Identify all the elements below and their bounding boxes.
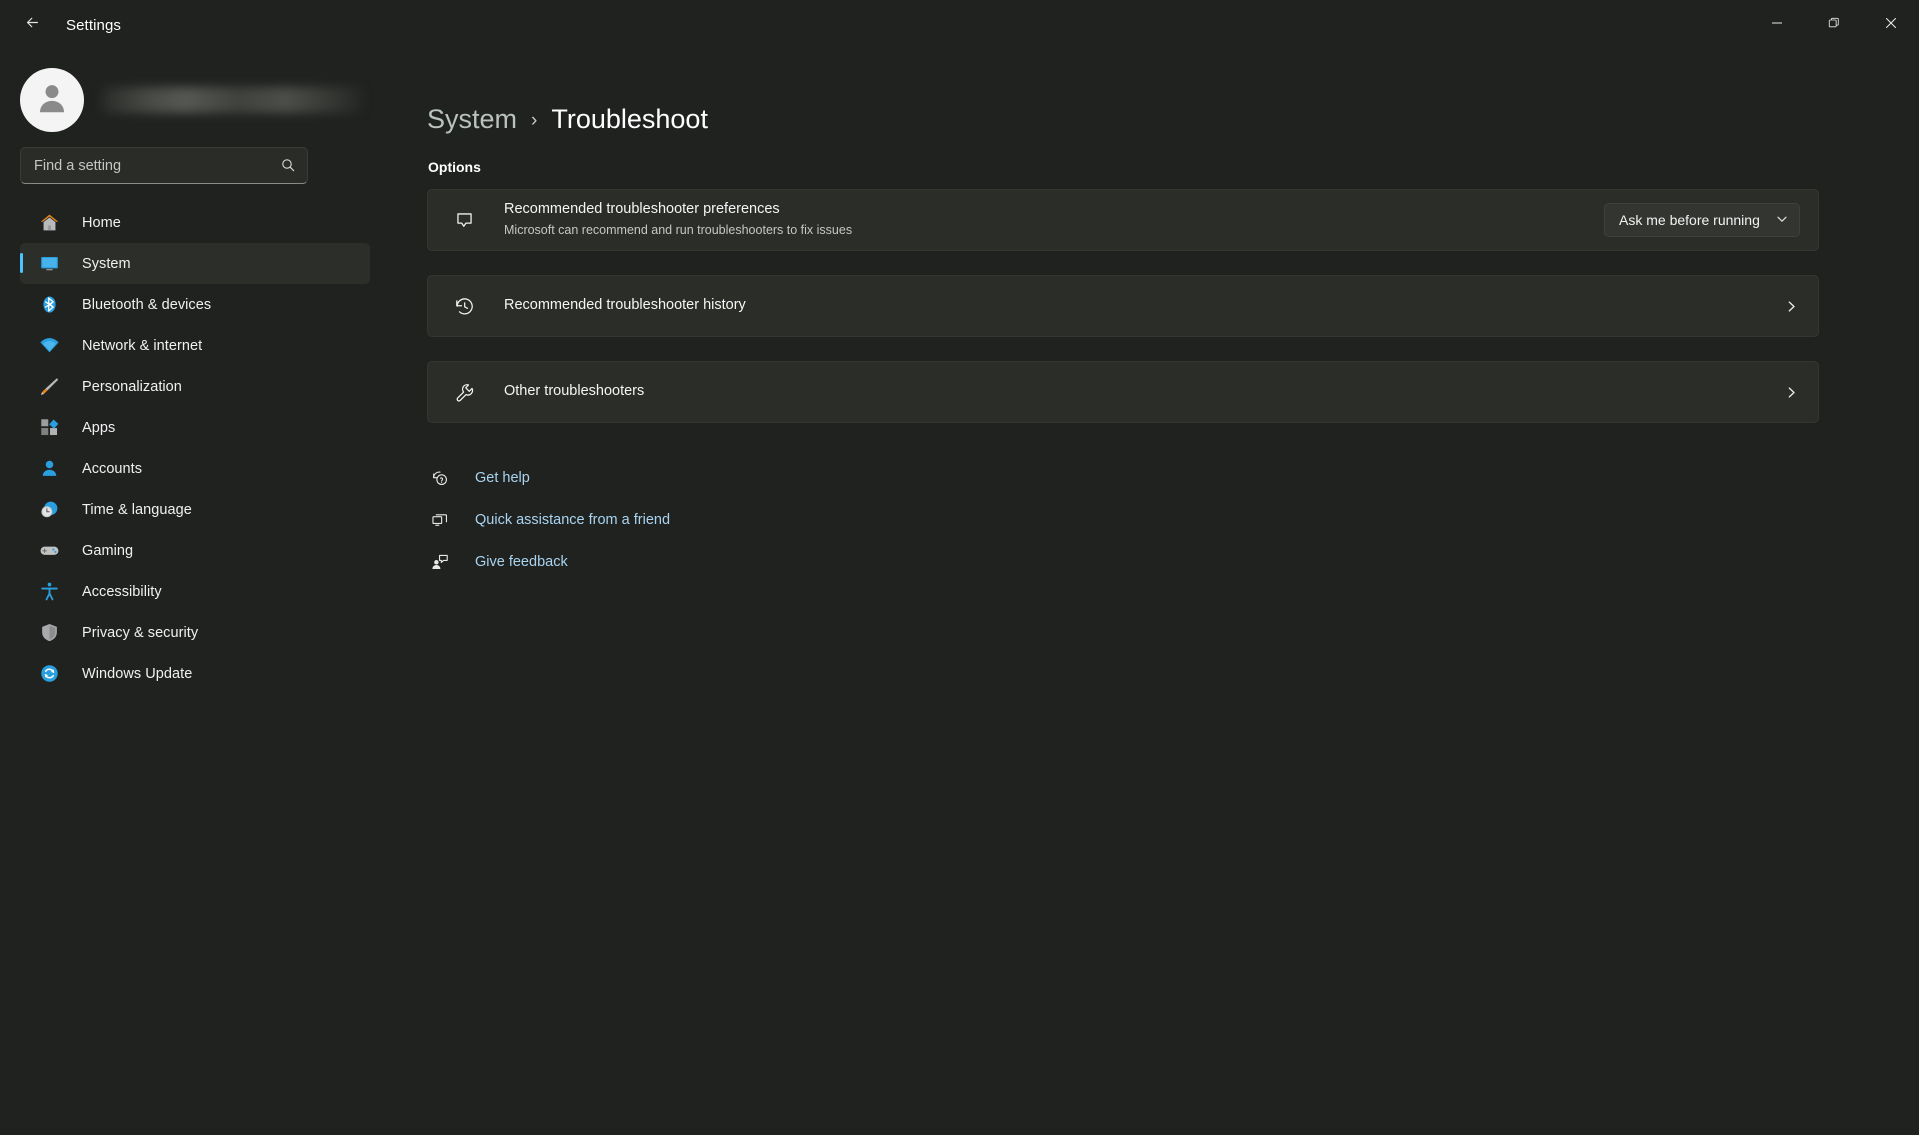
sidebar-item-apps[interactable]: Apps: [20, 407, 370, 448]
sidebar-item-personalization[interactable]: Personalization: [20, 366, 370, 407]
restore-button[interactable]: [1805, 0, 1862, 50]
search-input[interactable]: [20, 147, 308, 184]
card-title: Recommended troubleshooter history: [504, 296, 1782, 316]
card-spacer: [427, 255, 1819, 275]
sidebar-item-gaming[interactable]: Gaming: [20, 530, 370, 571]
support-links: Get help Quick assistance from a friend: [429, 461, 1819, 579]
back-button[interactable]: [10, 7, 54, 43]
sidebar-item-label: Accounts: [82, 461, 142, 477]
sidebar-item-label: Apps: [82, 420, 115, 436]
link-label: Give feedback: [475, 554, 568, 570]
page-title: Troubleshoot: [551, 104, 708, 135]
history-clock-icon: [450, 292, 478, 320]
sidebar-item-network-internet[interactable]: Network & internet: [20, 325, 370, 366]
user-avatar-icon: [33, 79, 71, 122]
sidebar-item-bluetooth-devices[interactable]: Bluetooth & devices: [20, 284, 370, 325]
accessibility-icon: [38, 581, 60, 603]
sidebar-item-label: Gaming: [82, 543, 133, 559]
tooltip-bubble-icon: [450, 206, 478, 234]
close-icon: [1885, 16, 1897, 34]
link-label: Quick assistance from a friend: [475, 512, 670, 528]
person-icon: [38, 458, 60, 480]
shield-icon: [38, 622, 60, 644]
card-subtitle: Microsoft can recommend and run troubles…: [504, 222, 1604, 240]
help-bubble-icon: [429, 467, 451, 489]
card-recommended-troubleshooter-preferences[interactable]: Recommended troubleshooter preferences M…: [427, 189, 1819, 251]
card-title: Recommended troubleshooter preferences: [504, 200, 1604, 220]
sidebar-item-windows-update[interactable]: Windows Update: [20, 653, 370, 694]
sidebar-item-accessibility[interactable]: Accessibility: [20, 571, 370, 612]
app-title: Settings: [66, 17, 121, 34]
paintbrush-icon: [38, 376, 60, 398]
card-other-troubleshooters[interactable]: Other troubleshooters: [427, 361, 1819, 423]
sidebar-item-label: Home: [82, 215, 121, 231]
chevron-down-icon: [1762, 212, 1788, 228]
sidebar-item-system[interactable]: System: [20, 243, 370, 284]
link-quick-assistance[interactable]: Quick assistance from a friend: [429, 503, 1819, 537]
card-recommended-troubleshooter-history[interactable]: Recommended troubleshooter history: [427, 275, 1819, 337]
close-button[interactable]: [1862, 0, 1919, 50]
account-tile[interactable]: [20, 65, 370, 135]
minimize-button[interactable]: [1748, 0, 1805, 50]
back-arrow-icon: [24, 14, 41, 36]
card-text: Recommended troubleshooter preferences M…: [504, 200, 1604, 239]
breadcrumb-parent[interactable]: System: [427, 104, 517, 135]
sidebar: Home System: [0, 50, 390, 1135]
sidebar-item-label: Accessibility: [82, 584, 162, 600]
bluetooth-icon: [38, 294, 60, 316]
link-get-help[interactable]: Get help: [429, 461, 1819, 495]
sidebar-nav: Home System: [20, 202, 370, 694]
chevron-right-icon[interactable]: [1782, 383, 1800, 401]
window-controls: [1748, 0, 1919, 50]
sidebar-item-label: Privacy & security: [82, 625, 198, 641]
card-title: Other troubleshooters: [504, 382, 1782, 402]
section-label-options: Options: [428, 159, 1819, 175]
account-name: [102, 87, 364, 113]
breadcrumb: System › Troubleshoot: [427, 104, 1819, 135]
sidebar-item-label: Windows Update: [82, 666, 192, 682]
monitor-icon: [38, 253, 60, 275]
restore-icon: [1828, 16, 1840, 34]
avatar: [20, 68, 84, 132]
link-give-feedback[interactable]: Give feedback: [429, 545, 1819, 579]
sidebar-item-label: Personalization: [82, 379, 182, 395]
sidebar-item-home[interactable]: Home: [20, 202, 370, 243]
chevron-right-icon[interactable]: [1782, 297, 1800, 315]
recommended-troubleshooter-preferences-dropdown[interactable]: Ask me before running: [1604, 203, 1800, 237]
card-text: Other troubleshooters: [504, 382, 1782, 402]
feedback-person-icon: [429, 551, 451, 573]
gamepad-icon: [38, 540, 60, 562]
sidebar-item-privacy-security[interactable]: Privacy & security: [20, 612, 370, 653]
minimize-icon: [1771, 16, 1783, 34]
card-spacer: [427, 341, 1819, 361]
search-container: [20, 147, 308, 184]
search-icon[interactable]: [280, 157, 296, 173]
dropdown-value: Ask me before running: [1619, 212, 1760, 228]
main-content: System › Troubleshoot Options Recommende…: [390, 50, 1919, 1135]
clock-globe-icon: [38, 499, 60, 521]
update-refresh-icon: [38, 663, 60, 685]
card-text: Recommended troubleshooter history: [504, 296, 1782, 316]
home-icon: [38, 212, 60, 234]
title-bar: Settings: [0, 0, 1919, 50]
link-label: Get help: [475, 470, 530, 486]
sidebar-item-label: System: [82, 256, 131, 272]
sidebar-item-accounts[interactable]: Accounts: [20, 448, 370, 489]
wifi-icon: [38, 335, 60, 357]
sidebar-item-label: Time & language: [82, 502, 192, 518]
sidebar-item-label: Network & internet: [82, 338, 202, 354]
sidebar-item-label: Bluetooth & devices: [82, 297, 211, 313]
chevron-right-icon: ›: [531, 110, 537, 132]
wrench-icon: [450, 378, 478, 406]
sidebar-item-time-language[interactable]: Time & language: [20, 489, 370, 530]
apps-grid-icon: [38, 417, 60, 439]
screen-share-icon: [429, 509, 451, 531]
